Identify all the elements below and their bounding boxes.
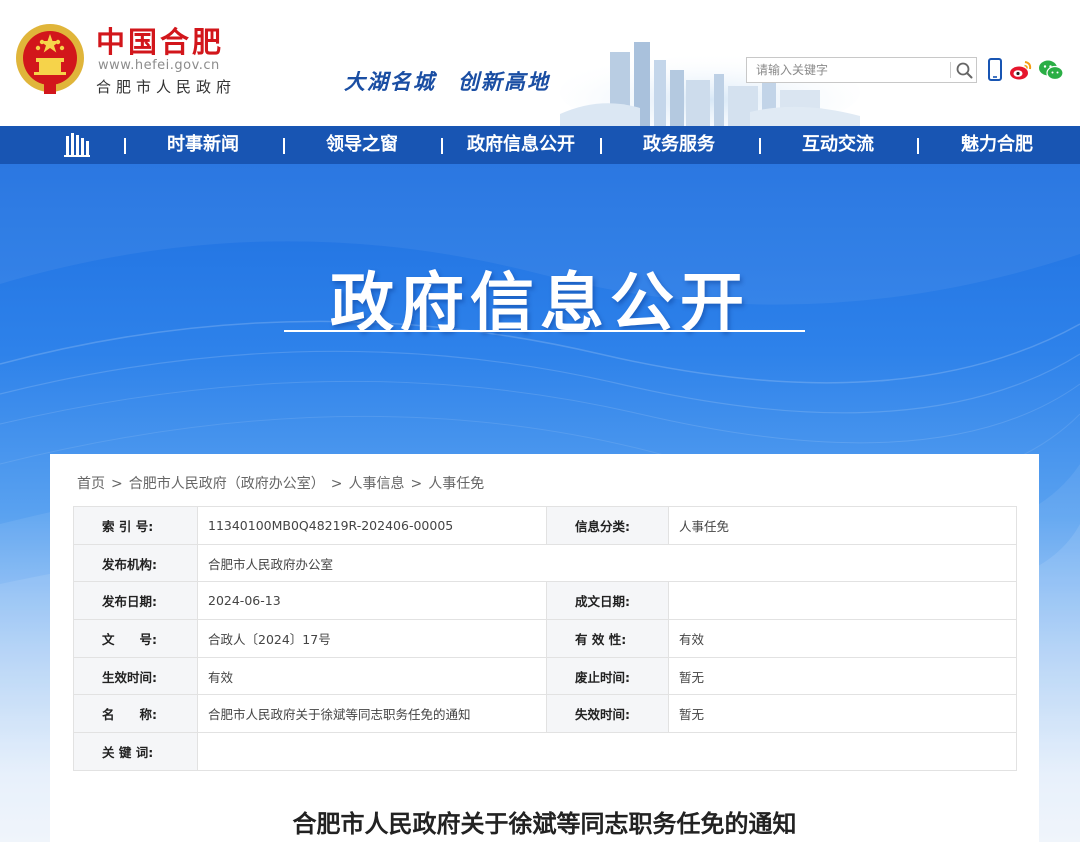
nav-divider [600, 138, 602, 154]
publish-date-label: 发布日期: [73, 581, 198, 621]
weibo-icon[interactable] [1007, 58, 1033, 82]
site-url: www.hefei.gov.cn [98, 58, 220, 73]
breadcrumb: 首页 > 合肥市人民政府（政府办公室） > 人事信息 > 人事任免 [77, 473, 484, 493]
nav-divider [124, 138, 126, 154]
repeal-time-value: 暂无 [668, 656, 1017, 696]
nav-divider [441, 138, 443, 154]
breadcrumb-appointments[interactable]: 人事任免 [428, 476, 484, 492]
index-value: 11340100MB0Q48219R-202406-00005 [197, 506, 547, 545]
breadcrumb-separator: > [111, 476, 123, 492]
index-label: 索 引 号: [73, 506, 198, 545]
effective-time-label: 生效时间: [73, 656, 198, 696]
validity-value: 有效 [668, 619, 1017, 658]
expire-time-label: 失效时间: [546, 694, 669, 734]
table-row: 关 键 词: [73, 732, 1017, 771]
nav-divider [759, 138, 761, 154]
effective-time-value: 有效 [197, 656, 547, 696]
written-date-value [668, 581, 1017, 621]
table-row: 生效时间: 有效 废止时间: 暂无 [73, 656, 1017, 696]
publisher-value: 合肥市人民政府办公室 [197, 543, 1017, 583]
table-row: 文 号: 合政人〔2024〕17号 有 效 性: 有效 [73, 619, 1017, 658]
keywords-label: 关 键 词: [73, 732, 198, 771]
table-row: 索 引 号: 11340100MB0Q48219R-202406-00005 信… [73, 506, 1017, 545]
search-box [746, 57, 977, 83]
wechat-icon[interactable] [1038, 58, 1064, 82]
breadcrumb-separator: > [330, 476, 343, 492]
home-building-icon[interactable] [62, 132, 92, 158]
category-value: 人事任免 [668, 506, 1017, 545]
table-row: 名 称: 合肥市人民政府关于徐斌等同志职务任免的通知 失效时间: 暂无 [73, 694, 1017, 734]
slogan: 大湖名城 创新高地 [344, 66, 572, 96]
table-row: 发布日期: 2024-06-13 成文日期: [73, 581, 1017, 621]
slogan-left: 大湖名城 [344, 70, 436, 94]
nav-item-services[interactable]: 政务服务 [606, 126, 752, 164]
doc-number-label: 文 号: [73, 619, 198, 658]
site-logo-subtitle: 合肥市人民政府 [96, 78, 237, 96]
nav-divider [283, 138, 285, 154]
search-icon[interactable] [953, 59, 975, 81]
table-row: 发布机构: 合肥市人民政府办公室 [73, 543, 1017, 583]
national-emblem-icon [16, 24, 84, 94]
nav-item-news[interactable]: 时事新闻 [130, 126, 276, 164]
expire-time-value: 暂无 [668, 694, 1017, 734]
document-metadata-table: 索 引 号: 11340100MB0Q48219R-202406-00005 信… [73, 506, 1017, 771]
publish-date-value: 2024-06-13 [197, 581, 547, 621]
keywords-value [197, 732, 1017, 771]
written-date-label: 成文日期: [546, 581, 669, 621]
main-nav: 时事新闻 领导之窗 政府信息公开 政务服务 互动交流 魅力合肥 [0, 126, 1080, 164]
breadcrumb-home[interactable]: 首页 [77, 476, 105, 492]
search-divider [950, 62, 951, 78]
banner-underline [284, 330, 805, 332]
search-input[interactable] [747, 58, 947, 82]
doc-name-value: 合肥市人民政府关于徐斌等同志职务任免的通知 [197, 694, 547, 734]
breadcrumb-separator: > [410, 476, 423, 492]
nav-item-leaders[interactable]: 领导之窗 [289, 126, 435, 164]
breadcrumb-city-gov[interactable]: 合肥市人民政府（政府办公室） [129, 476, 325, 492]
nav-item-charm-hefei[interactable]: 魅力合肥 [923, 126, 1071, 164]
site-header: 中国合肥 www.hefei.gov.cn 合肥市人民政府 大湖名城 创新高地 [0, 0, 1080, 126]
nav-divider [917, 138, 919, 154]
content-card: 首页 > 合肥市人民政府（政府办公室） > 人事信息 > 人事任免 索 引 号: 11340… [50, 454, 1039, 842]
site-logo-title[interactable]: 中国合肥 [96, 24, 224, 60]
slogan-right: 创新高地 [458, 70, 550, 94]
doc-number-value: 合政人〔2024〕17号 [197, 619, 547, 658]
nav-item-interaction[interactable]: 互动交流 [765, 126, 911, 164]
doc-name-label: 名 称: [73, 694, 198, 734]
publisher-label: 发布机构: [73, 543, 198, 583]
breadcrumb-personnel-info[interactable]: 人事信息 [348, 476, 404, 492]
mobile-icon[interactable] [982, 58, 1008, 82]
validity-label: 有 效 性: [546, 619, 669, 658]
document-title: 合肥市人民政府关于徐斌等同志职务任免的通知 [292, 810, 797, 838]
category-label: 信息分类: [546, 506, 669, 545]
repeal-time-label: 废止时间: [546, 656, 669, 696]
nav-item-gov-info[interactable]: 政府信息公开 [447, 126, 595, 164]
